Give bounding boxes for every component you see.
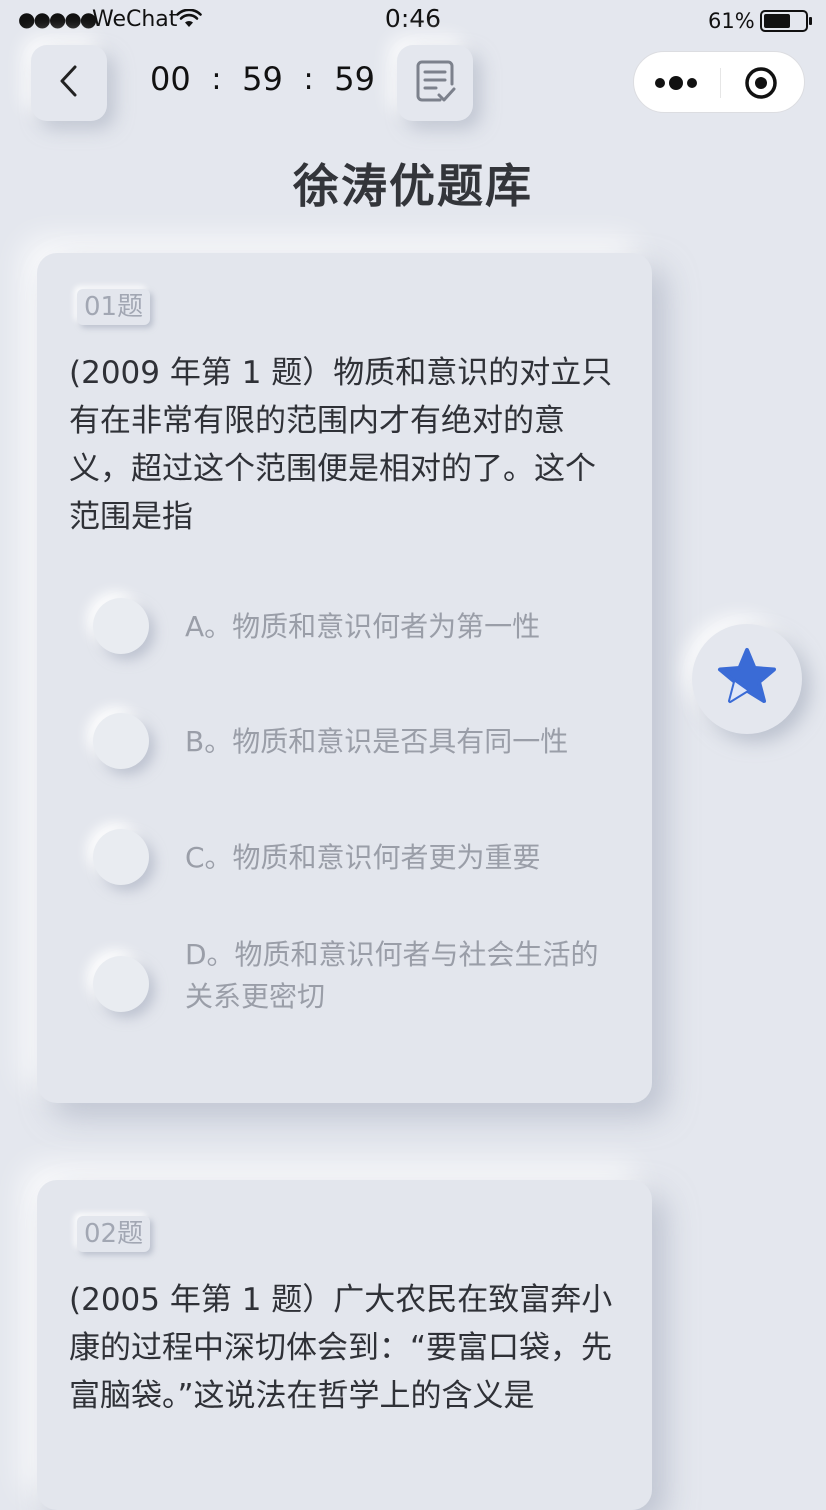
option-label: C。物质和意识何者更为重要 bbox=[185, 841, 541, 874]
timer-separator: : bbox=[303, 61, 314, 97]
question-card: 01题 (2009 年第 1 题）物质和意识的对立只有在非常有限的范围内才有绝对… bbox=[37, 253, 652, 1103]
countdown-timer: 00 : 59 : 59 bbox=[150, 60, 375, 98]
timer-seconds: 59 bbox=[334, 60, 375, 98]
page-title: 徐涛优题库 bbox=[293, 159, 533, 213]
answer-sheet-button[interactable] bbox=[397, 45, 473, 121]
status-time: 0:46 bbox=[384, 4, 442, 33]
radio-button[interactable] bbox=[93, 829, 149, 885]
radio-button[interactable] bbox=[93, 713, 149, 769]
option-label: D。物质和意识何者与社会生活的关系更密切 bbox=[185, 938, 599, 1013]
timer-separator: : bbox=[211, 61, 222, 97]
option-label: B。物质和意识是否具有同一性 bbox=[185, 725, 569, 758]
favorite-button[interactable] bbox=[692, 624, 802, 734]
question-card: 02题 (2005 年第 1 题）广大农民在致富奔小康的过程中深切体会到：“要富… bbox=[37, 1180, 652, 1510]
battery-percent: 61% bbox=[708, 9, 755, 33]
battery-icon bbox=[760, 10, 814, 36]
timer-hours: 00 bbox=[150, 60, 191, 98]
chevron-left-icon bbox=[57, 64, 81, 102]
capsule-divider bbox=[720, 68, 721, 98]
star-icon bbox=[716, 646, 778, 712]
question-number-badge: 02题 bbox=[77, 1216, 151, 1252]
timer-minutes: 59 bbox=[242, 60, 283, 98]
radio-button[interactable] bbox=[93, 956, 149, 1012]
question-number-badge: 01题 bbox=[77, 289, 151, 325]
question-text: (2009 年第 1 题）物质和意识的对立只有在非常有限的范围内才有绝对的意义，… bbox=[69, 355, 613, 535]
status-bar: ●●●●● WeChat 0:46 61% bbox=[0, 0, 826, 40]
option-label: A。物质和意识何者为第一性 bbox=[185, 610, 541, 643]
back-button[interactable] bbox=[31, 45, 107, 121]
mini-program-capsule bbox=[633, 51, 805, 113]
radio-button[interactable] bbox=[93, 598, 149, 654]
target-icon[interactable] bbox=[744, 66, 778, 104]
answer-sheet-icon bbox=[414, 58, 456, 108]
more-icon[interactable] bbox=[654, 70, 700, 100]
question-text: (2005 年第 1 题）广大农民在致富奔小康的过程中深切体会到：“要富口袋，先… bbox=[69, 1282, 613, 1414]
